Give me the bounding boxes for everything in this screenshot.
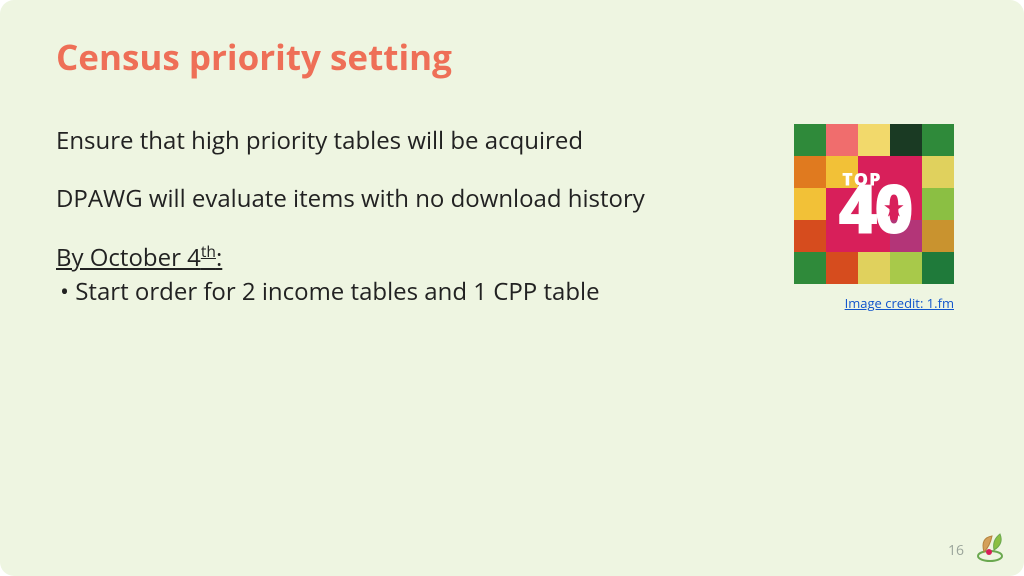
bullet-1: • Start order for 2 income tables and 1 … (56, 277, 696, 307)
slide-title: Census priority setting (56, 34, 452, 81)
top40-grid-cell (922, 252, 954, 284)
page-number: 16 (948, 541, 964, 560)
deadline-colon: : (216, 241, 222, 274)
top40-grid-cell (858, 252, 890, 284)
top40-grid-cell (794, 252, 826, 284)
deadline-prefix: By October 4 (56, 241, 201, 274)
slide-body: Ensure that high priority tables will be… (56, 126, 696, 307)
paragraph-1: Ensure that high priority tables will be… (56, 126, 696, 156)
top40-grid-cell (890, 124, 922, 156)
footer-logo-icon (970, 526, 1010, 566)
top40-grid-cell (922, 188, 954, 220)
top40-grid-cell (794, 220, 826, 252)
deadline-suffix: th (201, 240, 216, 262)
deadline-heading: By October 4th: (56, 242, 696, 273)
top40-zero: 0★ (874, 181, 910, 235)
paragraph-2: DPAWG will evaluate items with no downlo… (56, 184, 696, 214)
top40-grid-cell (826, 124, 858, 156)
top40-grid-cell (890, 252, 922, 284)
top40-grid-cell (826, 252, 858, 284)
top40-grid-cell (794, 156, 826, 188)
top40-grid-cell (858, 124, 890, 156)
top40-grid-cell (794, 124, 826, 156)
top40-overlay: TOP 40★ (838, 173, 910, 236)
top40-image: TOP 40★ (794, 124, 954, 284)
top40-grid-cell (794, 188, 826, 220)
top40-four: 4 (838, 181, 874, 235)
top40-grid-cell (922, 220, 954, 252)
top40-number: 40★ (838, 181, 910, 235)
top40-grid-cell (922, 124, 954, 156)
slide: Census priority setting Ensure that high… (0, 0, 1024, 576)
image-credit-link[interactable]: Image credit: 1.fm (845, 294, 954, 312)
star-icon: ★ (884, 199, 900, 217)
top40-grid-cell (922, 156, 954, 188)
